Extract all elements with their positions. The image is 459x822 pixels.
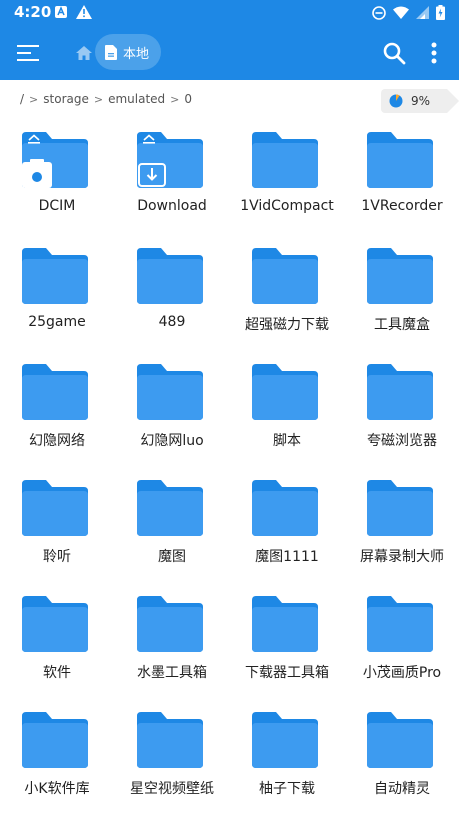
status-time: 4:20 (14, 3, 52, 21)
folder-item[interactable]: 1VRecorder (345, 132, 459, 242)
folder-name: 魔图1111 (255, 549, 319, 565)
folder-name: 小茂画质Pro (362, 665, 442, 681)
more-vertical-icon[interactable] (424, 40, 444, 66)
app-bar: 本地 (0, 26, 459, 80)
folder-item[interactable]: 自动精灵 (345, 712, 459, 822)
folder-name: 1VRecorder (361, 198, 443, 214)
location-chip[interactable]: 本地 (95, 34, 162, 70)
folder-name: Download (137, 198, 207, 214)
folder-name: 1VidCompact (240, 198, 334, 214)
folder-item[interactable]: 工具魔盒 (345, 248, 459, 358)
file-icon (105, 44, 117, 60)
search-icon[interactable] (381, 40, 407, 66)
folder-name: 489 (158, 314, 186, 330)
folder-name: 夸磁浏览器 (367, 433, 437, 449)
storage-usage-text: 9% (411, 94, 431, 108)
folder-item[interactable]: 魔图 (115, 480, 229, 590)
folder-name: 自动精灵 (374, 781, 430, 797)
folder-item[interactable]: 脚本 (230, 364, 344, 474)
folder-name: 聆听 (43, 549, 71, 565)
path-bar: / > storage > emulated > 0 9% (0, 80, 459, 122)
crumb-emulated[interactable]: emulated (108, 92, 165, 106)
folder-name: 魔图 (158, 549, 186, 565)
folder-name: DCIM (38, 198, 76, 214)
warning-icon (76, 5, 92, 19)
wifi-icon (393, 6, 409, 19)
battery-charging-icon (436, 5, 445, 20)
folder-name: 幻隐网luo (140, 433, 204, 449)
folder-name: 下载器工具箱 (245, 665, 329, 681)
folder-item[interactable]: 屏幕录制大师 (345, 480, 459, 590)
status-bar: 4:20 (0, 0, 459, 26)
folder-name: 超强磁力下载 (245, 317, 329, 333)
folder-name: 脚本 (273, 433, 301, 449)
folder-item[interactable]: 489 (115, 248, 229, 358)
folder-item[interactable]: 魔图1111 (230, 480, 344, 590)
crumb-storage[interactable]: storage (43, 92, 89, 106)
folder-name: 屏幕录制大师 (360, 549, 444, 565)
folder-item[interactable]: 幻隐网luo (115, 364, 229, 474)
folder-item[interactable]: 超强磁力下载 (230, 248, 344, 358)
folder-item[interactable]: 小茂画质Pro (345, 596, 459, 706)
home-icon[interactable] (74, 43, 94, 63)
chevron-right-icon: > (93, 92, 104, 106)
folder-item[interactable]: 星空视频壁纸 (115, 712, 229, 822)
signal-icon (416, 6, 429, 19)
folder-item[interactable]: 1VidCompact (230, 132, 344, 242)
storage-pie-icon (389, 94, 403, 108)
folder-item[interactable]: DCIM (0, 132, 114, 242)
folder-item[interactable]: 25game (0, 248, 114, 358)
crumb-current[interactable]: 0 (184, 92, 192, 106)
folder-name: 软件 (43, 665, 71, 681)
notification-a-icon (55, 6, 67, 18)
folder-name: 星空视频壁纸 (130, 781, 214, 797)
chevron-right-icon: > (29, 92, 39, 106)
do-not-disturb-icon (372, 5, 386, 20)
breadcrumb: / > storage > emulated > 0 (20, 92, 192, 106)
chevron-right-icon: > (170, 92, 180, 106)
folder-item[interactable]: Download (115, 132, 229, 242)
folder-name: 工具魔盒 (374, 317, 430, 333)
folder-item[interactable]: 水墨工具箱 (115, 596, 229, 706)
location-chip-label: 本地 (123, 46, 150, 62)
folder-item[interactable]: 夸磁浏览器 (345, 364, 459, 474)
folder-item[interactable]: 软件 (0, 596, 114, 706)
folder-item[interactable]: 小K软件库 (0, 712, 114, 822)
folder-name: 柚子下载 (259, 781, 315, 797)
folder-item[interactable]: 聆听 (0, 480, 114, 590)
hamburger-menu-icon[interactable] (16, 41, 40, 65)
folder-item[interactable]: 柚子下载 (230, 712, 344, 822)
crumb-root[interactable]: / (20, 92, 24, 106)
folder-name: 小K软件库 (24, 781, 90, 797)
folder-item[interactable]: 幻隐网络 (0, 364, 114, 474)
folder-name: 水墨工具箱 (137, 665, 207, 681)
storage-usage-badge[interactable]: 9% (381, 89, 459, 113)
folder-item[interactable]: 下载器工具箱 (230, 596, 344, 706)
folder-name: 25game (28, 314, 86, 330)
folder-name: 幻隐网络 (29, 433, 85, 449)
